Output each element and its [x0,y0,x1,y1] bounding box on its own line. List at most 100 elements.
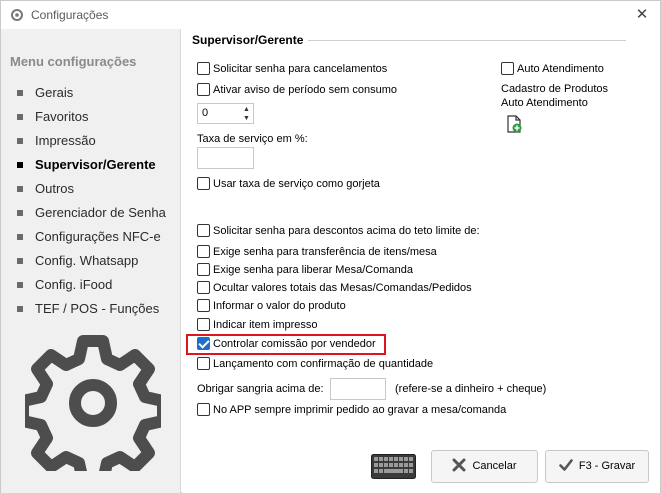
option-label: Ocultar valores totais das Mesas/Comanda… [213,282,472,294]
sangria-input[interactable] [330,378,386,400]
service-rate-label: Taxa de serviço em %: [197,133,308,145]
option-label: Auto Atendimento [517,63,604,75]
checkbox[interactable] [197,82,210,96]
save-button[interactable]: F3 - Gravar [545,450,649,483]
close-button[interactable]: ✕ [630,4,654,26]
bullet-icon [17,282,23,288]
option-product-value[interactable]: Informar o valor do produto [197,298,346,314]
checkbox[interactable] [197,280,210,294]
option-label: Ativar aviso de período sem consumo [213,84,398,96]
checkbox[interactable] [197,317,210,331]
product-register-label-1: Cadastro de Produtos [501,83,609,95]
config-window: Configurações ✕ Menu configurações Gerai… [0,0,661,493]
sidebar-item-whatsapp[interactable]: Config. Whatsapp [1,249,181,273]
checkbox[interactable] [197,402,210,416]
sidebar-menu: Gerais Favoritos Impressão Supervisor/Ge… [1,81,181,321]
sidebar-item-favoritos[interactable]: Favoritos [1,105,181,129]
sidebar: Menu configurações Gerais Favoritos Impr… [1,29,181,493]
bullet-icon [17,210,23,216]
sidebar-item-label: Impressão [35,133,96,148]
checkbox[interactable] [197,61,210,75]
bullet-icon [17,258,23,264]
sidebar-item-label: TEF / POS - Funções [35,301,160,316]
checkbox[interactable] [197,262,210,276]
sidebar-item-tef-pos[interactable]: TEF / POS - Funções [1,297,181,321]
option-label: Controlar comissão por vendedor [213,338,376,350]
sidebar-item-supervisor[interactable]: Supervisor/Gerente [1,153,181,177]
checkbox[interactable] [197,176,210,190]
sangria-label: Obrigar sangria acima de: [197,383,324,395]
sidebar-item-label: Gerenciador de Senha [35,205,166,220]
bullet-icon [17,234,23,240]
option-tip[interactable]: Usar taxa de serviço como gorjeta [197,176,380,192]
app-gear-icon [11,9,23,21]
checkbox[interactable] [197,298,210,312]
option-label: Informar o valor do produto [213,300,346,312]
spinner-down-icon[interactable]: ▼ [241,114,252,123]
option-hide-totals[interactable]: Ocultar valores totais das Mesas/Comanda… [197,280,472,296]
bullet-icon [17,306,23,312]
spinner-up-icon[interactable]: ▲ [241,105,252,114]
option-printed-item[interactable]: Indicar item impresso [197,317,318,333]
sidebar-item-label: Config. iFood [35,277,113,292]
option-app-print[interactable]: No APP sempre imprimir pedido ao gravar … [197,402,506,418]
bullet-icon [17,138,23,144]
window-title: Configurações [31,8,109,22]
option-label: No APP sempre imprimir pedido ao gravar … [213,404,507,416]
cancel-button[interactable]: Cancelar [431,450,538,483]
sidebar-item-label: Supervisor/Gerente [35,157,156,172]
service-rate-input[interactable] [197,147,254,169]
option-label: Indicar item impresso [213,319,318,331]
option-label: Solicitar senha para cancelamentos [213,63,388,75]
sidebar-item-label: Outros [35,181,75,196]
option-commission[interactable]: Controlar comissão por vendedor [197,336,376,352]
title-bar: Configurações ✕ [1,1,660,29]
checkbox[interactable] [197,244,210,258]
checkbox[interactable] [197,223,210,237]
spinner-value: 0 [202,107,209,119]
option-discount-password[interactable]: Solicitar senha para descontos acima do … [197,223,480,239]
sidebar-item-label: Favoritos [35,109,89,124]
bullet-icon [17,162,23,168]
sidebar-item-gerais[interactable]: Gerais [1,81,181,105]
sidebar-item-ifood[interactable]: Config. iFood [1,273,181,297]
add-document-icon[interactable] [504,114,524,134]
x-icon [452,458,466,472]
option-release-password[interactable]: Exige senha para liberar Mesa/Comanda [197,262,413,278]
sidebar-item-nfce[interactable]: Configurações NFC-e [1,225,181,249]
sidebar-item-label: Configurações NFC-e [35,229,161,244]
option-self-service[interactable]: Auto Atendimento [501,61,604,77]
section-title: Supervisor/Gerente [192,33,304,47]
checkbox[interactable] [501,61,514,75]
bullet-icon [17,90,23,96]
idle-period-spinner[interactable]: 0 ▲ ▼ [197,103,254,124]
bullet-icon [17,114,23,120]
bullet-icon [17,186,23,192]
section-divider [308,40,626,41]
settings-panel: Supervisor/Gerente Solicitar senha para … [182,29,660,493]
option-qty-confirm[interactable]: Lançamento com confirmação de quantidade [197,356,433,372]
option-label: Solicitar senha para descontos acima do … [213,225,480,237]
option-label: Lançamento com confirmação de quantidade [213,358,434,370]
option-label: Exige senha para transferência de itens/… [213,246,437,258]
sidebar-item-gerenciador-senha[interactable]: Gerenciador de Senha [1,201,181,225]
large-gear-icon [25,335,161,471]
sidebar-item-impressao[interactable]: Impressão [1,129,181,153]
cancel-button-label: Cancelar [472,460,517,472]
option-idle-warning[interactable]: Ativar aviso de período sem consumo [197,82,397,98]
checkbox[interactable] [197,356,210,370]
checkmark-icon [559,459,573,471]
keyboard-icon[interactable] [371,454,416,479]
option-label: Usar taxa de serviço como gorjeta [213,178,380,190]
sidebar-item-outros[interactable]: Outros [1,177,181,201]
checkbox-checked[interactable] [197,336,210,350]
sidebar-item-label: Gerais [35,85,74,100]
sangria-note: (refere-se a dinheiro + cheque) [395,383,547,395]
save-button-label: F3 - Gravar [578,460,636,472]
product-register-label-2: Auto Atendimento [501,97,588,109]
option-label: Exige senha para liberar Mesa/Comanda [213,264,413,276]
option-transfer-password[interactable]: Exige senha para transferência de itens/… [197,244,437,260]
sidebar-title: Menu configurações [10,54,137,69]
option-cancel-password[interactable]: Solicitar senha para cancelamentos [197,61,387,77]
sidebar-item-label: Config. Whatsapp [35,253,139,268]
